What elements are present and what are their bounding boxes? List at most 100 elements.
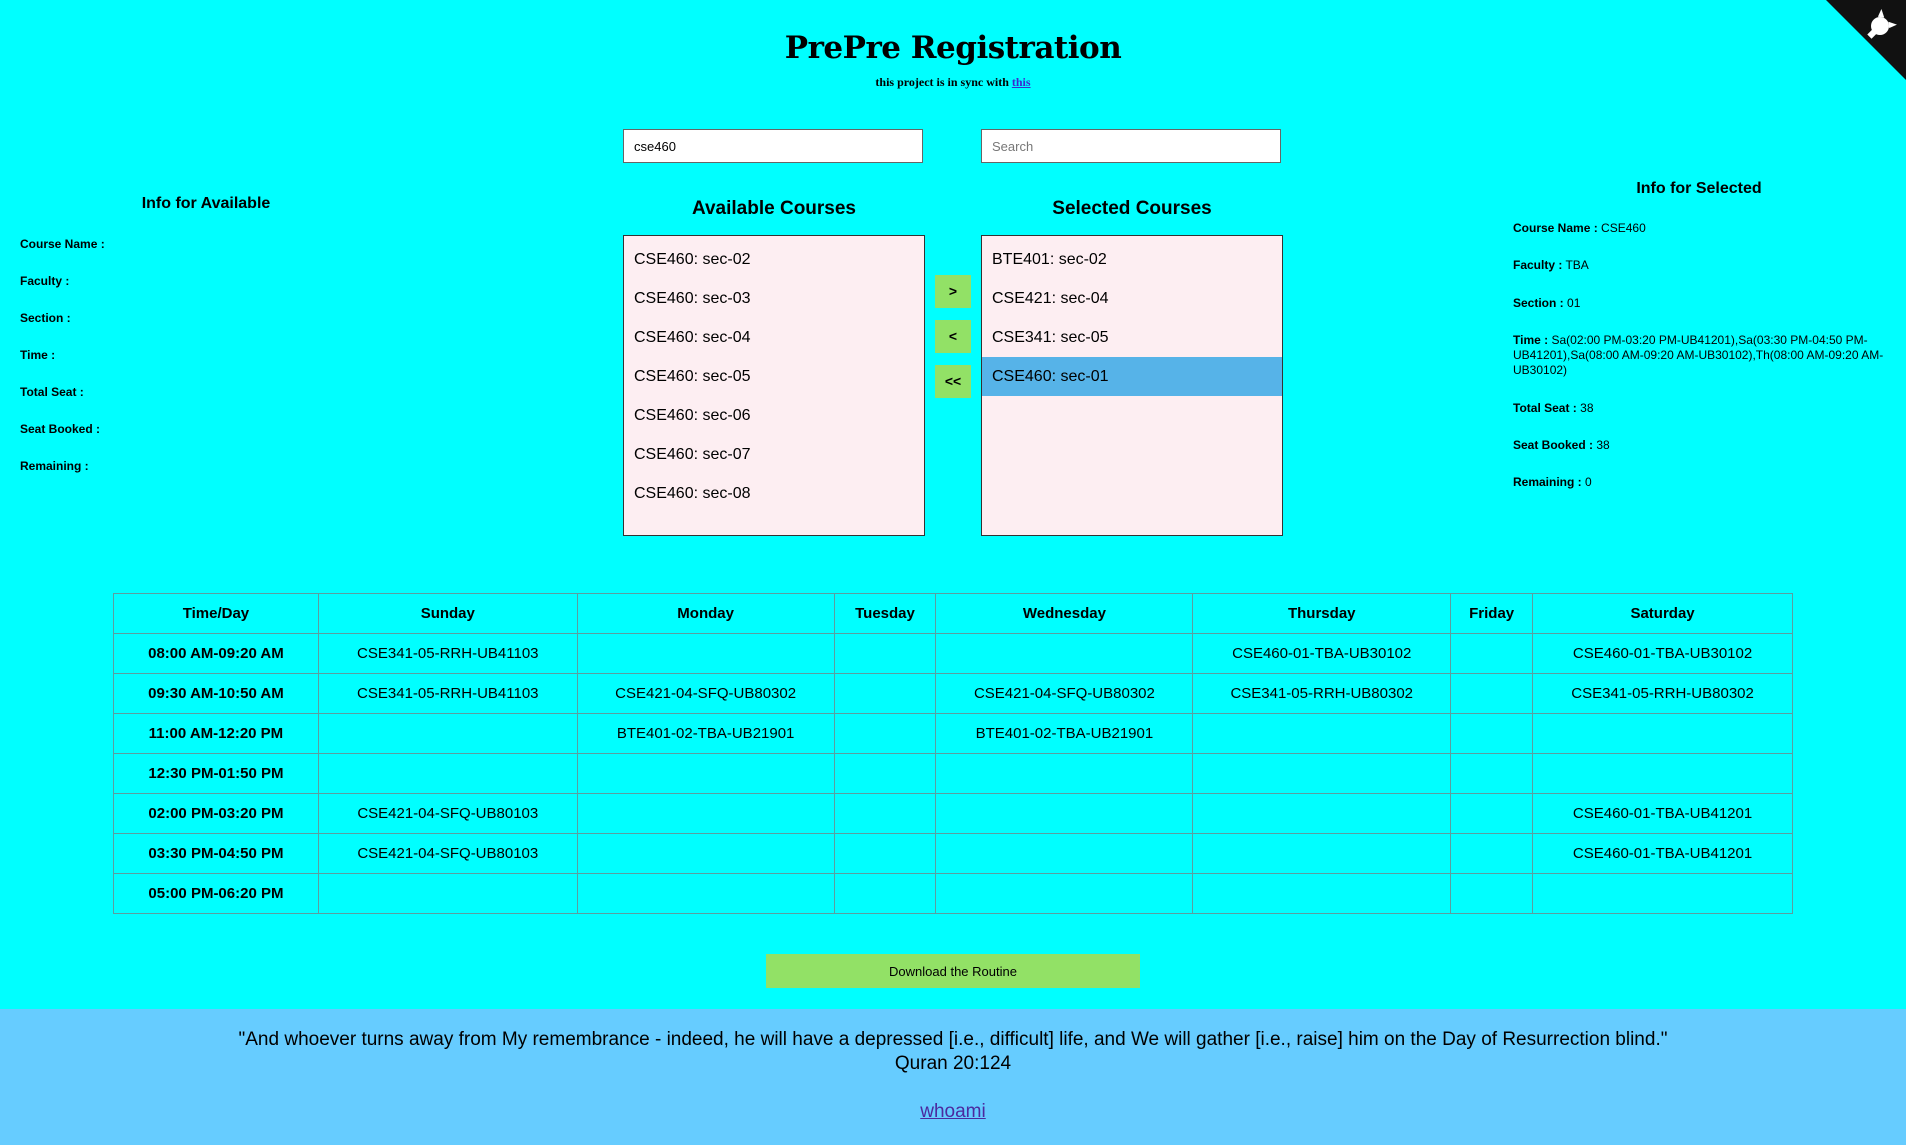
remove-course-button[interactable]: < (935, 320, 971, 353)
footer: "And whoever turns away from My remembra… (0, 1009, 1906, 1145)
routine-cell (833, 873, 937, 914)
routine-cell (576, 753, 835, 794)
selected-courses-list[interactable]: BTE401: sec-02 CSE421: sec-04 CSE341: se… (981, 235, 1283, 536)
available-course-option[interactable]: CSE460: sec-03 (624, 279, 924, 318)
available-remaining-label: Remaining : (20, 459, 89, 473)
header-friday: Friday (1450, 593, 1534, 634)
header-tuesday: Tuesday (833, 593, 937, 634)
table-row: 03:30 PM-04:50 PM CSE421-04-SFQ-UB80103 … (113, 833, 1793, 874)
header-sunday: Sunday (317, 593, 578, 634)
time-slot-cell: 05:00 PM-06:20 PM (113, 873, 319, 914)
available-course-option[interactable]: CSE460: sec-02 (624, 240, 924, 279)
info-selected-heading: Info for Selected (1636, 180, 1762, 197)
main-area: PrePre Registration this project is in s… (0, 0, 1906, 1009)
routine-cell (1532, 873, 1793, 914)
available-course-option[interactable]: CSE460: sec-05 (624, 357, 924, 396)
routine-cell (1450, 713, 1534, 754)
routine-cell: CSE421-04-SFQ-UB80103 (317, 793, 578, 834)
available-search-input[interactable] (623, 129, 923, 163)
available-course-option[interactable]: CSE460: sec-07 (624, 435, 924, 474)
remove-all-courses-button[interactable]: << (935, 365, 971, 398)
routine-cell (576, 793, 835, 834)
available-courses-heading: Available Courses (691, 198, 857, 219)
selected-courses-heading: Selected Courses (1052, 198, 1212, 219)
table-row: 11:00 AM-12:20 PM BTE401-02-TBA-UB21901 … (113, 713, 1793, 754)
routine-cell: CSE460-01-TBA-UB30102 (1532, 633, 1793, 674)
selected-course-option[interactable]: CSE421: sec-04 (982, 279, 1282, 318)
routine-cell (1450, 793, 1534, 834)
routine-cell (576, 833, 835, 874)
available-course-option[interactable]: CSE460: sec-06 (624, 396, 924, 435)
routine-cell (833, 793, 937, 834)
selected-section-value: 01 (1567, 296, 1581, 310)
header-time-day: Time/Day (113, 593, 319, 634)
table-row: 02:00 PM-03:20 PM CSE421-04-SFQ-UB80103 … (113, 793, 1793, 834)
routine-cell (833, 673, 937, 714)
time-slot-cell: 09:30 AM-10:50 AM (113, 673, 319, 714)
routine-cell (833, 713, 937, 754)
selected-course-option-highlighted[interactable]: CSE460: sec-01 (982, 357, 1282, 396)
header-thursday: Thursday (1192, 593, 1452, 634)
selected-search-input[interactable] (981, 129, 1281, 163)
selected-remaining-value: 0 (1585, 475, 1592, 489)
routine-cell (1532, 713, 1793, 754)
routine-cell (833, 633, 937, 674)
header-wednesday: Wednesday (935, 593, 1194, 634)
time-slot-cell: 12:30 PM-01:50 PM (113, 753, 319, 794)
routine-cell: CSE341-05-RRH-UB41103 (317, 633, 578, 674)
routine-cell (576, 873, 835, 914)
routine-cell (935, 753, 1194, 794)
whoami-link[interactable]: whoami (920, 1101, 985, 1122)
routine-cell (935, 793, 1194, 834)
routine-cell (833, 833, 937, 874)
add-course-button[interactable]: > (935, 275, 971, 308)
routine-cell (576, 633, 835, 674)
sync-link[interactable]: this (1012, 75, 1031, 89)
selected-remaining-label: Remaining : (1513, 475, 1582, 489)
routine-table: Time/Day Sunday Monday Tuesday Wednesday… (113, 593, 1793, 914)
available-courses-list[interactable]: CSE460: sec-02 CSE460: sec-03 CSE460: se… (623, 235, 925, 536)
routine-cell (1450, 833, 1534, 874)
routine-cell (1450, 753, 1534, 794)
available-seat-booked-label: Seat Booked : (20, 422, 101, 436)
available-course-option[interactable]: CSE460: sec-08 (624, 474, 924, 513)
routine-cell (935, 833, 1194, 874)
table-row: 05:00 PM-06:20 PM (113, 873, 1793, 914)
selected-seat-booked-value: 38 (1596, 438, 1610, 452)
header-saturday: Saturday (1532, 593, 1793, 634)
routine-cell: CSE460-01-TBA-UB30102 (1192, 633, 1452, 674)
selected-total-seat-label: Total Seat : (1513, 401, 1577, 415)
routine-cell: CSE341-05-RRH-UB80302 (1192, 673, 1452, 714)
routine-cell (1192, 833, 1452, 874)
selected-course-option[interactable]: BTE401: sec-02 (982, 240, 1282, 279)
routine-cell (1450, 673, 1534, 714)
routine-cell: BTE401-02-TBA-UB21901 (576, 713, 835, 754)
available-time-label: Time : (20, 348, 56, 362)
routine-cell (317, 753, 578, 794)
download-routine-button[interactable]: Download the Routine (766, 954, 1140, 988)
footer-quote: "And whoever turns away from My remembra… (238, 1029, 1668, 1050)
selected-course-name-label: Course Name : (1513, 221, 1598, 235)
selected-section-label: Section : (1513, 296, 1564, 310)
time-slot-cell: 08:00 AM-09:20 AM (113, 633, 319, 674)
routine-cell: CSE421-04-SFQ-UB80302 (576, 673, 835, 714)
time-slot-cell: 02:00 PM-03:20 PM (113, 793, 319, 834)
available-course-name-label: Course Name : (20, 237, 105, 251)
routine-cell (1192, 793, 1452, 834)
routine-header-row: Time/Day Sunday Monday Tuesday Wednesday… (113, 593, 1793, 634)
available-faculty-label: Faculty : (20, 274, 70, 288)
selected-course-option[interactable]: CSE341: sec-05 (982, 318, 1282, 357)
selected-total-seat-value: 38 (1580, 401, 1594, 415)
footer-reference: Quran 20:124 (894, 1053, 1012, 1074)
info-available-heading: Info for Available (141, 195, 271, 212)
available-total-seat-label: Total Seat : (20, 385, 84, 399)
available-course-option[interactable]: CSE460: sec-04 (624, 318, 924, 357)
selected-time-value: Sa(02:00 PM-03:20 PM-UB41201),Sa(03:30 P… (1513, 333, 1884, 377)
routine-cell (1192, 713, 1452, 754)
routine-cell: CSE341-05-RRH-UB41103 (317, 673, 578, 714)
time-slot-cell: 11:00 AM-12:20 PM (113, 713, 319, 754)
routine-cell: CSE460-01-TBA-UB41201 (1532, 833, 1793, 874)
time-slot-cell: 03:30 PM-04:50 PM (113, 833, 319, 874)
github-corner-icon[interactable] (1826, 0, 1906, 80)
page-subtitle: this project is in sync with this (0, 75, 1906, 90)
